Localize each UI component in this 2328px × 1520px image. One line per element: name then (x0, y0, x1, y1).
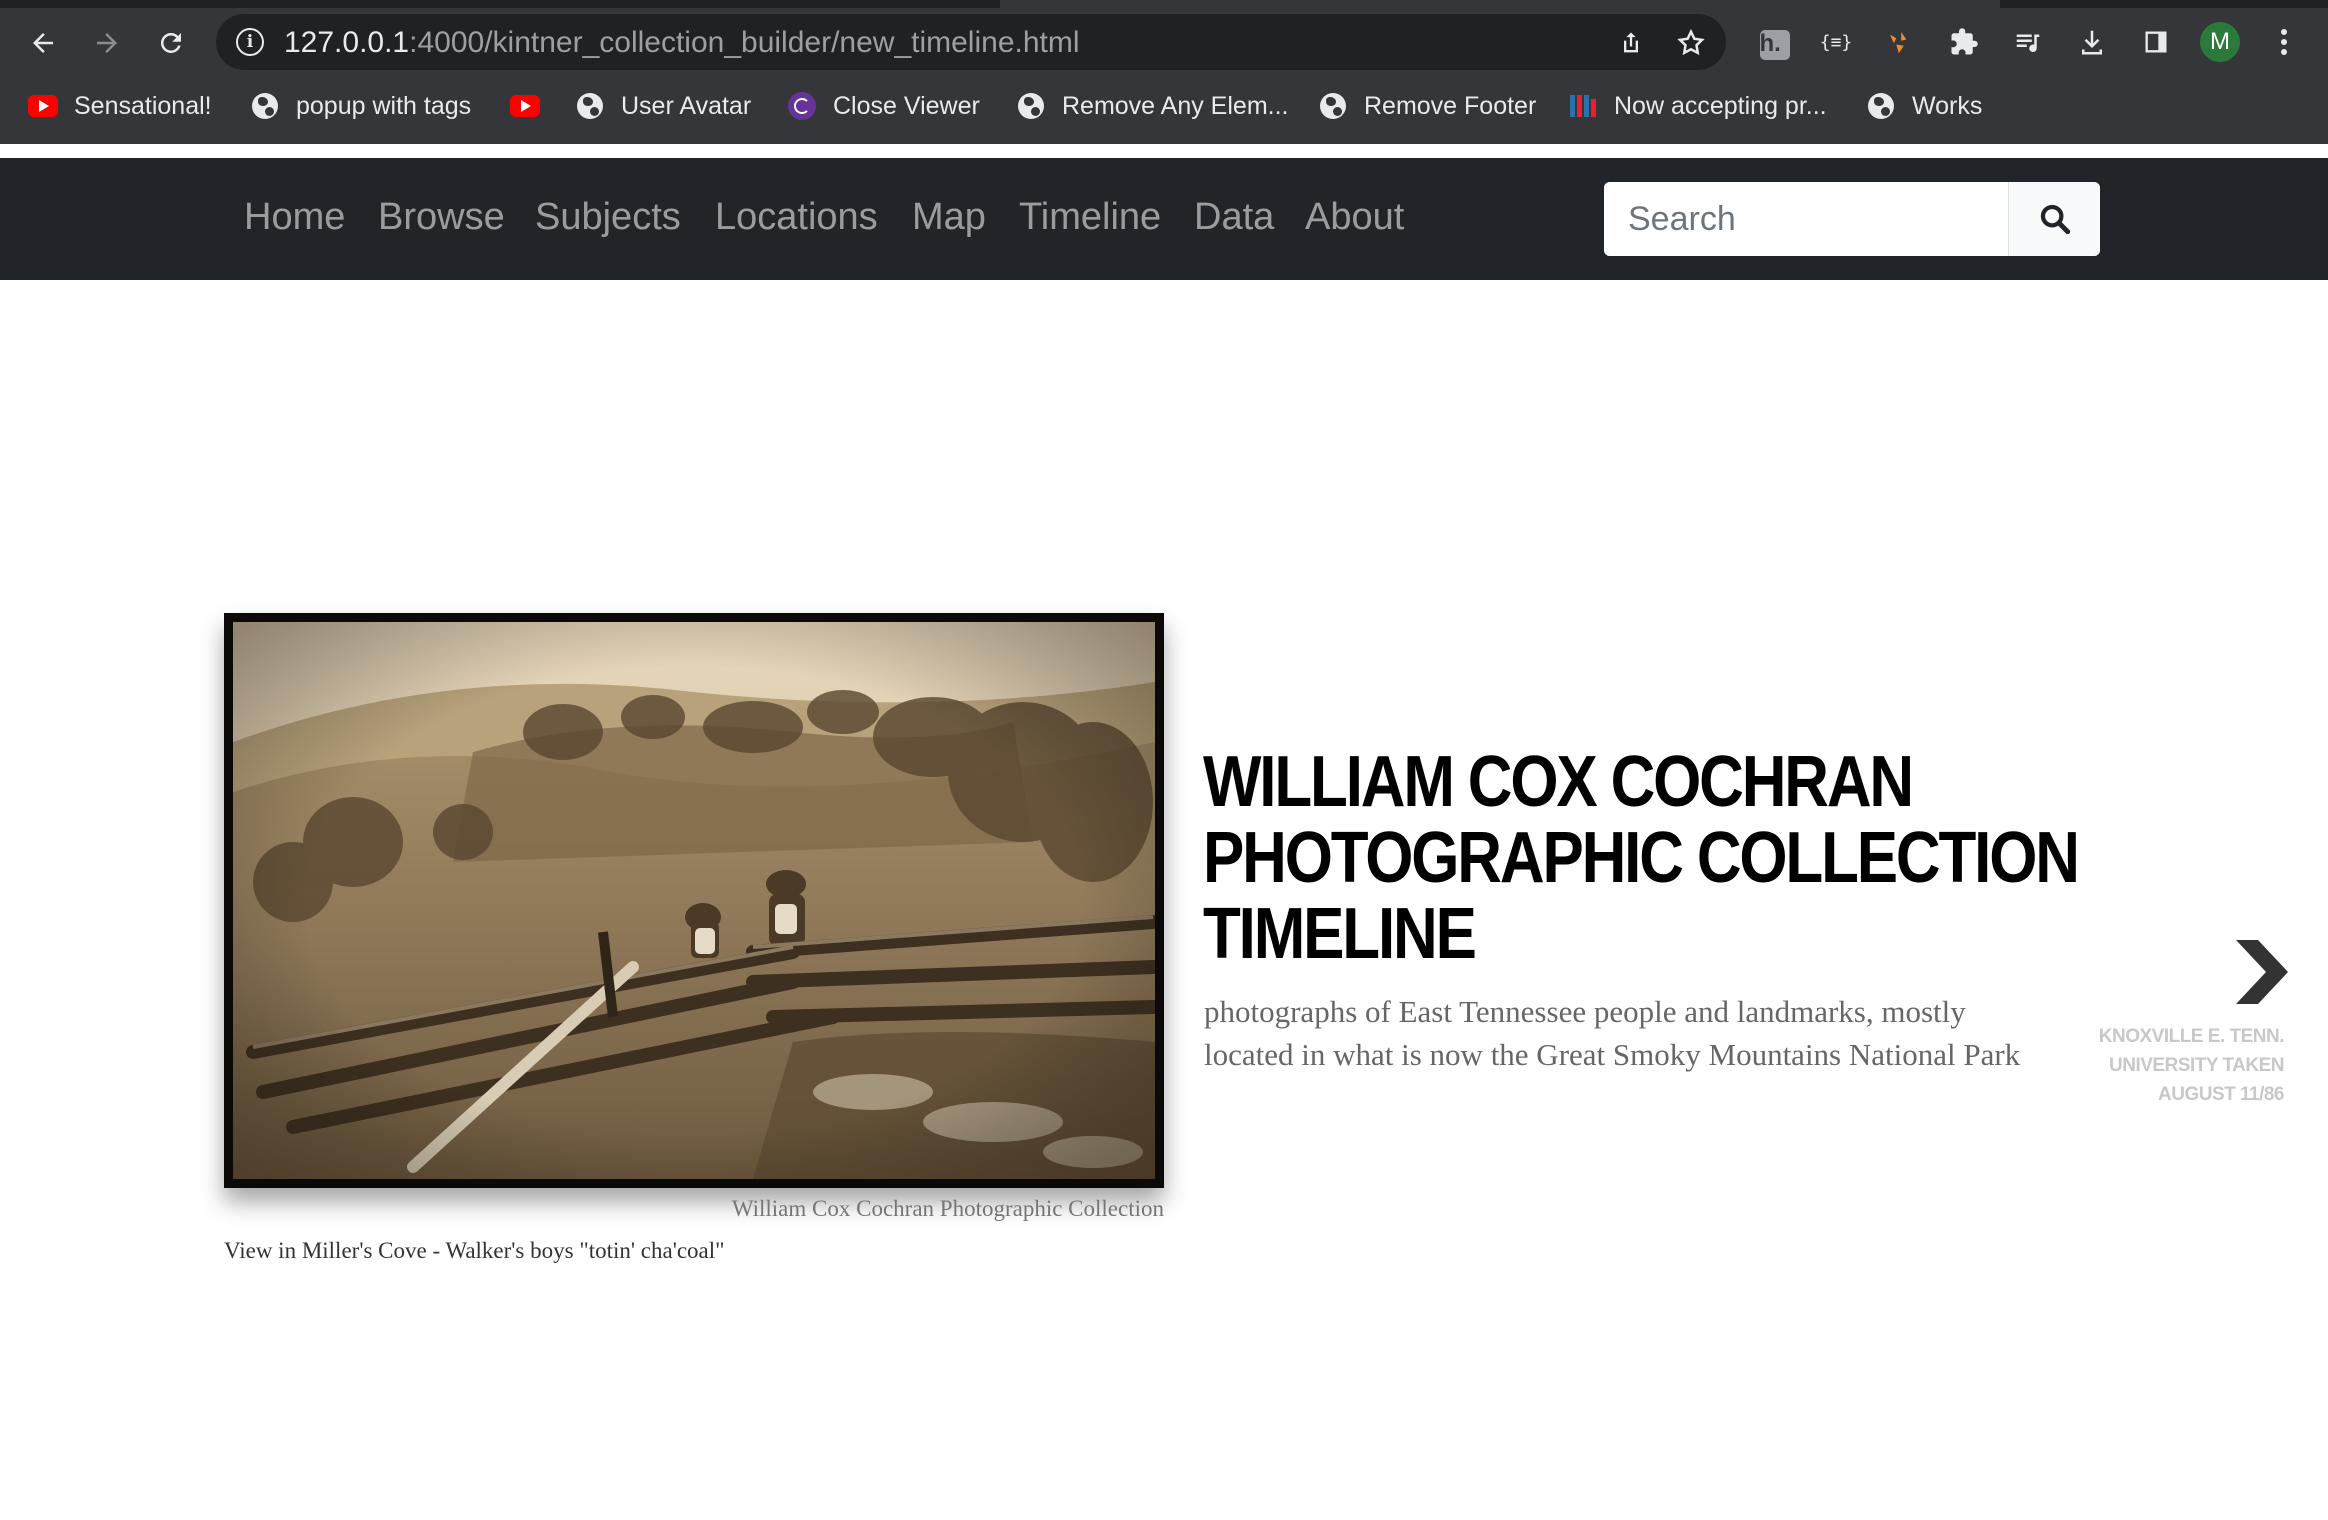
globe-icon (1866, 91, 1896, 121)
headline-line: TIMELINE (1203, 894, 1477, 974)
media-credit: William Cox Cochran Photographic Collect… (731, 1196, 1164, 1221)
bookmark-popup-with-tags[interactable]: popup with tags (250, 84, 471, 128)
headline-line: PHOTOGRAPHIC COLLECTION (1203, 818, 2080, 898)
globe-icon (1318, 91, 1348, 121)
nav-timeline[interactable]: Timeline (1019, 196, 1161, 239)
search-button[interactable] (2008, 182, 2100, 256)
search-icon (2040, 204, 2071, 235)
bookmark-label: Sensational! (74, 91, 212, 120)
gatsby-icon (787, 91, 817, 121)
nav-data[interactable]: Data (1194, 196, 1274, 239)
globe-icon (575, 91, 605, 121)
bookmark-label: Close Viewer (833, 91, 980, 120)
tab-strip (0, 0, 2328, 8)
headline-line: WILLIAM COX COCHRAN (1203, 742, 1914, 822)
url-text[interactable]: 127.0.0.1:4000/kintner_collection_builde… (284, 26, 1080, 60)
back-button[interactable] (20, 20, 66, 66)
bookmark-label: Remove Any Elem... (1062, 91, 1289, 120)
media-caption: View in Miller's Cove - Walker's boys "t… (224, 1238, 725, 1263)
bookmark-label: popup with tags (296, 91, 472, 120)
nav-about[interactable]: About (1305, 196, 1404, 239)
search-input[interactable] (1604, 182, 2008, 256)
orange-extension-icon[interactable] (1880, 22, 1920, 62)
slide-photo (224, 613, 1164, 1188)
next-slide-label-line: AUGUST 11/86 (2158, 1084, 2285, 1105)
reload-button[interactable] (148, 20, 194, 66)
bookmark-works[interactable]: Works (1866, 84, 1982, 128)
url-host: 127.0.0.1 (284, 26, 410, 59)
forward-button[interactable] (84, 20, 130, 66)
bookmark-close-viewer[interactable]: Close Viewer (787, 84, 980, 128)
nav-map[interactable]: Map (912, 196, 986, 239)
next-slide-label-line: KNOXVILLE E. TENN. (2098, 1026, 2285, 1047)
bookmark-label: Works (1912, 91, 1983, 120)
bookmark-star-icon[interactable] (1674, 26, 1708, 60)
address-bar[interactable]: i 127.0.0.1:4000/kintner_collection_buil… (216, 14, 1726, 70)
bookmark-label: Now accepting pr... (1614, 91, 1827, 120)
nav-locations[interactable]: Locations (715, 196, 878, 239)
reading-list-icon[interactable] (2008, 22, 2048, 62)
iiif-icon (1568, 91, 1598, 121)
downloads-icon[interactable] (2072, 22, 2112, 62)
browser-chrome: i 127.0.0.1:4000/kintner_collection_buil… (0, 0, 2328, 144)
bookmark-user-avatar[interactable]: User Avatar (575, 84, 751, 128)
url-path: :4000/kintner_collection_builder/new_tim… (409, 26, 1080, 59)
site-navbar: Home Browse Subjects Locations Map Timel… (0, 158, 2328, 280)
reload-icon (160, 32, 181, 53)
nav-browse[interactable]: Browse (378, 196, 505, 239)
bookmark-label: User Avatar (621, 91, 752, 120)
next-slide-label[interactable]: KNOXVILLE E. TENN. UNIVERSITY TAKEN AUGU… (2060, 1022, 2285, 1109)
hypothesis-extension-icon[interactable]: h. (1752, 22, 1792, 62)
browser-menu-icon[interactable] (2264, 22, 2304, 62)
active-tab[interactable] (1000, 0, 2000, 8)
globe-icon (250, 91, 280, 121)
bookmark-sensational[interactable]: Sensational! (28, 84, 212, 128)
next-slide-button[interactable] (2232, 936, 2292, 1008)
search-form (1604, 182, 2100, 256)
nav-subjects[interactable]: Subjects (535, 196, 681, 239)
profile-avatar[interactable]: M (2200, 22, 2240, 62)
bookmark-remove-any-element[interactable]: Remove Any Elem... (1016, 84, 1288, 128)
back-arrow-icon (33, 33, 53, 53)
slide-description: photographs of East Tennessee people and… (1204, 994, 2021, 1072)
share-icon[interactable] (1614, 26, 1648, 60)
chevron-right-icon (2236, 940, 2288, 1004)
bookmark-label: Remove Footer (1364, 91, 1537, 120)
bookmark-youtube[interactable] (510, 84, 556, 128)
extensions-puzzle-icon[interactable] (1944, 22, 1984, 62)
nav-home[interactable]: Home (244, 196, 345, 239)
next-slide-label-line: UNIVERSITY TAKEN (2109, 1055, 2285, 1076)
json-extension-icon[interactable]: {≡} (1816, 22, 1856, 62)
globe-icon (1016, 91, 1046, 121)
youtube-icon (510, 91, 540, 121)
bookmarks-bar: Sensational! popup with tags User Avatar… (0, 84, 2328, 128)
youtube-icon (28, 91, 58, 121)
site-info-icon[interactable]: i (236, 28, 264, 56)
forward-arrow-icon (97, 33, 117, 53)
bookmark-remove-footer[interactable]: Remove Footer (1318, 84, 1536, 128)
bookmark-now-accepting[interactable]: Now accepting pr... (1568, 84, 1827, 128)
sepia-photograph (233, 622, 1155, 1179)
side-panel-icon[interactable] (2136, 22, 2176, 62)
page-top-gap (0, 144, 2328, 158)
slide-headline: WILLIAM COX COCHRAN PHOTOGRAPHIC COLLECT… (1203, 742, 2080, 974)
